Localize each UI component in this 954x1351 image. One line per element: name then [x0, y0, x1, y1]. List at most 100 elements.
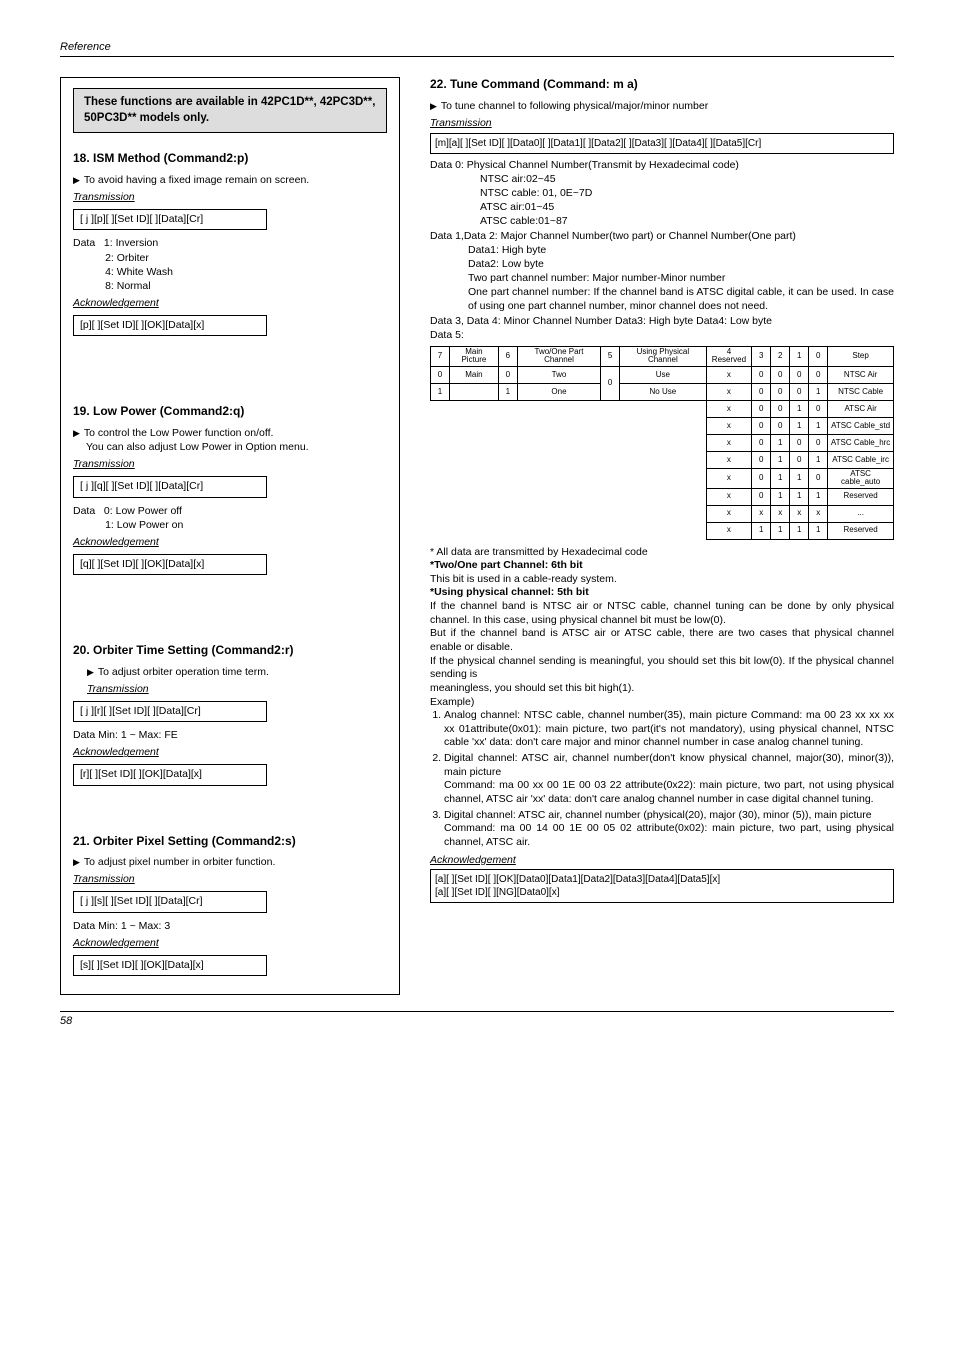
example-item: Analog channel: NTSC cable, channel numb…: [444, 709, 894, 750]
cell: x: [706, 400, 752, 417]
cell: 1: [809, 417, 828, 434]
hdr-cell: 1: [790, 346, 809, 366]
left-column: These functions are available in 42PC1D*…: [60, 77, 400, 995]
table-row: 0 Main 0 Two 0 Use x 0 0 0 0 NTSC Air: [431, 366, 894, 383]
cell: x: [809, 505, 828, 522]
cell: 1: [790, 468, 809, 488]
note-line: meaningless, you should set this bit hig…: [430, 682, 634, 694]
cell: 0: [498, 366, 517, 383]
cell: 0: [752, 488, 771, 505]
transmission-label: Transmission: [73, 191, 387, 205]
table-row: xxxxx...: [431, 505, 894, 522]
cell: 1: [790, 417, 809, 434]
section-22-desc: To tune channel to following physical/ma…: [430, 99, 894, 113]
section-19-desc2: You can also adjust Low Power in Option …: [86, 441, 309, 453]
cell: 0: [771, 417, 790, 434]
data34-line: Data 3, Data 4: Minor Channel Number Dat…: [430, 314, 894, 328]
cell: 1: [790, 488, 809, 505]
cell: 1: [790, 400, 809, 417]
cell: 0: [790, 366, 809, 383]
section-21-title: 21. Orbiter Pixel Setting (Command2:s): [73, 834, 387, 850]
table-row: x0101ATSC Cable_irc: [431, 451, 894, 468]
cell: 1: [790, 522, 809, 539]
ack-label: Acknowledgement: [73, 536, 387, 550]
note-line: If the physical channel sending is meani…: [430, 655, 894, 681]
d0-ntsc-cable: NTSC cable: 01, 0E~7D: [480, 187, 592, 199]
hdr-cell: 7: [431, 346, 450, 366]
cell: Use: [620, 366, 707, 383]
cell: x: [752, 505, 771, 522]
table-row: x0111Reserved: [431, 488, 894, 505]
section-21-ack: [s][ ][Set ID][ ][OK][Data][x]: [73, 955, 267, 977]
cell: 1: [431, 383, 450, 400]
section-22-ack: [a][ ][Set ID][ ][OK][Data0][Data1][Data…: [430, 869, 894, 903]
cell: ATSC Cable_irc: [828, 451, 894, 468]
section-18-title: 18. ISM Method (Command2:p): [73, 151, 387, 167]
header-rule: [60, 56, 894, 57]
section-20-data: Data Min: 1 ~ Max: FE: [73, 728, 387, 742]
cell: 0: [431, 366, 450, 383]
cell: 1: [771, 451, 790, 468]
hdr-cell: Main Picture: [450, 346, 499, 366]
ack-label: Acknowledgement: [73, 746, 387, 760]
cell: 1: [498, 383, 517, 400]
cell: No Use: [620, 383, 707, 400]
section-19-desc1: To control the Low Power function on/off…: [73, 427, 273, 439]
cell: ATSC cable_auto: [828, 468, 894, 488]
hdr-cell: 0: [809, 346, 828, 366]
transmission-label: Transmission: [73, 873, 387, 887]
two-part-note: Two part channel number: Major number-Mi…: [468, 272, 725, 284]
section-20-trans: [ j ][r][ ][Set ID][ ][Data][Cr]: [73, 701, 267, 723]
page-number: 58: [60, 1011, 894, 1028]
cell: x: [706, 451, 752, 468]
cell: 1: [771, 488, 790, 505]
section-21-trans: [ j ][s][ ][Set ID][ ][Data][Cr]: [73, 891, 267, 913]
cell: 0: [752, 383, 771, 400]
section-21-data: Data Min: 1 ~ Max: 3: [73, 919, 387, 933]
note-bold: *Using physical channel: 5th bit: [430, 586, 589, 598]
section-18-desc: To avoid having a fixed image remain on …: [73, 173, 387, 187]
cell: 0: [601, 366, 620, 400]
cell: ATSC Cable_std: [828, 417, 894, 434]
note-line: If the channel band is NTSC air or NTSC …: [430, 600, 894, 626]
cell: 0: [752, 366, 771, 383]
cell: 0: [752, 400, 771, 417]
d0-ntsc-air: NTSC air:02~45: [480, 173, 556, 185]
example-label: Example): [430, 696, 474, 708]
cell: 1: [771, 434, 790, 451]
table-header-row: 7 Main Picture 6 Two/One Part Channel 5 …: [431, 346, 894, 366]
note-bold: *Two/One part Channel: 6th bit: [430, 559, 583, 571]
d0-line: Data 0: Physical Channel Number(Transmit…: [430, 159, 739, 171]
cell: 0: [809, 468, 828, 488]
section-20-ack: [r][ ][Set ID][ ][OK][Data][x]: [73, 764, 267, 786]
cell: 0: [809, 366, 828, 383]
cell: x: [706, 417, 752, 434]
ack-label: Acknowledgement: [73, 297, 387, 311]
data0-block: Data 0: Physical Channel Number(Transmit…: [430, 158, 894, 229]
table-row: x0010ATSC Air: [431, 400, 894, 417]
cell: 1: [809, 522, 828, 539]
transmission-label: Transmission: [73, 458, 387, 472]
shaded-group-box: These functions are available in 42PC1D*…: [60, 77, 400, 995]
note-line: But if the channel band is ATSC air or A…: [430, 627, 894, 653]
hdr-cell: Using Physical Channel: [620, 346, 707, 366]
section-18-ack: [p][ ][Set ID][ ][OK][Data][x]: [73, 315, 267, 337]
cell: 0: [771, 383, 790, 400]
cell: 0: [752, 468, 771, 488]
cell: 0: [771, 400, 790, 417]
section-21-desc: To adjust pixel number in orbiter functi…: [73, 855, 387, 869]
cell: x: [771, 505, 790, 522]
cell: 1: [771, 468, 790, 488]
table-row: x0110ATSC cable_auto: [431, 468, 894, 488]
cell: x: [706, 383, 752, 400]
notes-block: * All data are transmitted by Hexadecima…: [430, 546, 894, 850]
cell: Two: [517, 366, 600, 383]
cell: 1: [809, 451, 828, 468]
cell: 0: [809, 434, 828, 451]
cell: ...: [828, 505, 894, 522]
cell: x: [706, 366, 752, 383]
reference-header: Reference: [60, 40, 894, 54]
transmission-label: Transmission: [430, 117, 894, 131]
cell: 0: [809, 400, 828, 417]
cell: x: [706, 434, 752, 451]
